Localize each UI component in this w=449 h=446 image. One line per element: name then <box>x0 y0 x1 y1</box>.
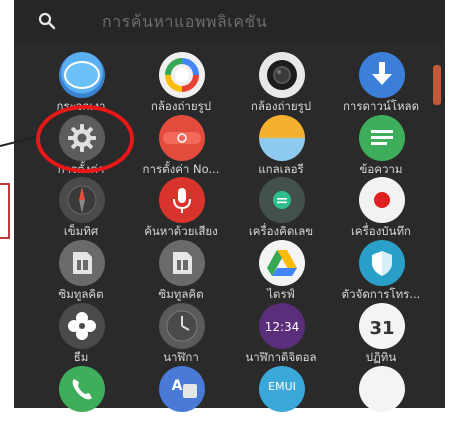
app-label: ตัวจัดการโทร... <box>341 287 421 301</box>
phone-manager-icon <box>359 240 405 286</box>
drive-icon <box>259 240 305 286</box>
app-label: เครื่องบันทึก <box>350 224 412 238</box>
calendar-day: 31 <box>369 318 394 339</box>
clock-icon <box>159 303 205 349</box>
app-label: เข็มทิศ <box>63 224 99 238</box>
app-label: ซิมทูลคิต <box>158 287 204 301</box>
google-camera-icon <box>159 52 205 98</box>
app-label: ปฏิทิน <box>365 350 397 364</box>
app-label: ไดรฟ์ <box>267 287 295 301</box>
app-notes[interactable] <box>331 366 431 446</box>
emui-text: EMUI <box>268 380 296 393</box>
scroll-indicator[interactable] <box>433 65 441 105</box>
app-phone[interactable] <box>31 366 131 446</box>
app-label: กล้องถ่ายรูป <box>150 99 212 113</box>
app-label: ซิมทูลคิต <box>58 287 104 301</box>
annotation-circle <box>36 105 134 173</box>
compass-icon <box>59 177 105 223</box>
app-label: กล้องถ่ายรูป <box>250 99 312 113</box>
translate-icon: A <box>159 366 205 412</box>
messages-icon <box>359 115 405 161</box>
search-placeholder[interactable]: การค้นหาแอพพลิเคชัน <box>102 10 267 35</box>
phone-icon <box>59 366 105 412</box>
app-label: ธีม <box>73 350 89 364</box>
app-label: ค้นหาด้วยเสียง <box>144 224 218 238</box>
digital-clock-icon: 12:34 <box>259 303 305 349</box>
digital-clock-time: 12:34 <box>265 320 300 334</box>
left-red-marker <box>0 183 10 239</box>
search-icon[interactable] <box>38 12 56 30</box>
sim-toolkit-icon <box>159 240 205 286</box>
svg-text:A: A <box>172 378 183 394</box>
gallery-icon <box>259 115 305 161</box>
calendar-icon: 31 <box>359 303 405 349</box>
emui-icon: EMUI <box>259 366 305 412</box>
download-icon <box>359 52 405 98</box>
calculator-icon <box>259 177 305 223</box>
mirror-icon <box>59 52 105 98</box>
app-emui[interactable]: EMUI <box>231 366 331 446</box>
app-label: เครื่องคิดเลข <box>248 224 314 238</box>
themes-icon <box>59 303 105 349</box>
nova-settings-icon <box>159 115 205 161</box>
app-label: นาฬิกา <box>163 350 199 364</box>
app-translate[interactable]: A <box>131 366 231 446</box>
app-label: การดาวน์โหลด <box>342 99 420 113</box>
app-label: นาฬิกาดิจิตอล <box>245 350 317 364</box>
app-search-bar[interactable]: การค้นหาแอพพลิเคชัน <box>14 0 445 42</box>
camera-icon <box>259 52 305 98</box>
notes-icon <box>359 366 405 412</box>
sim-toolkit-icon <box>59 240 105 286</box>
voice-search-icon <box>159 177 205 223</box>
recorder-icon <box>359 177 405 223</box>
